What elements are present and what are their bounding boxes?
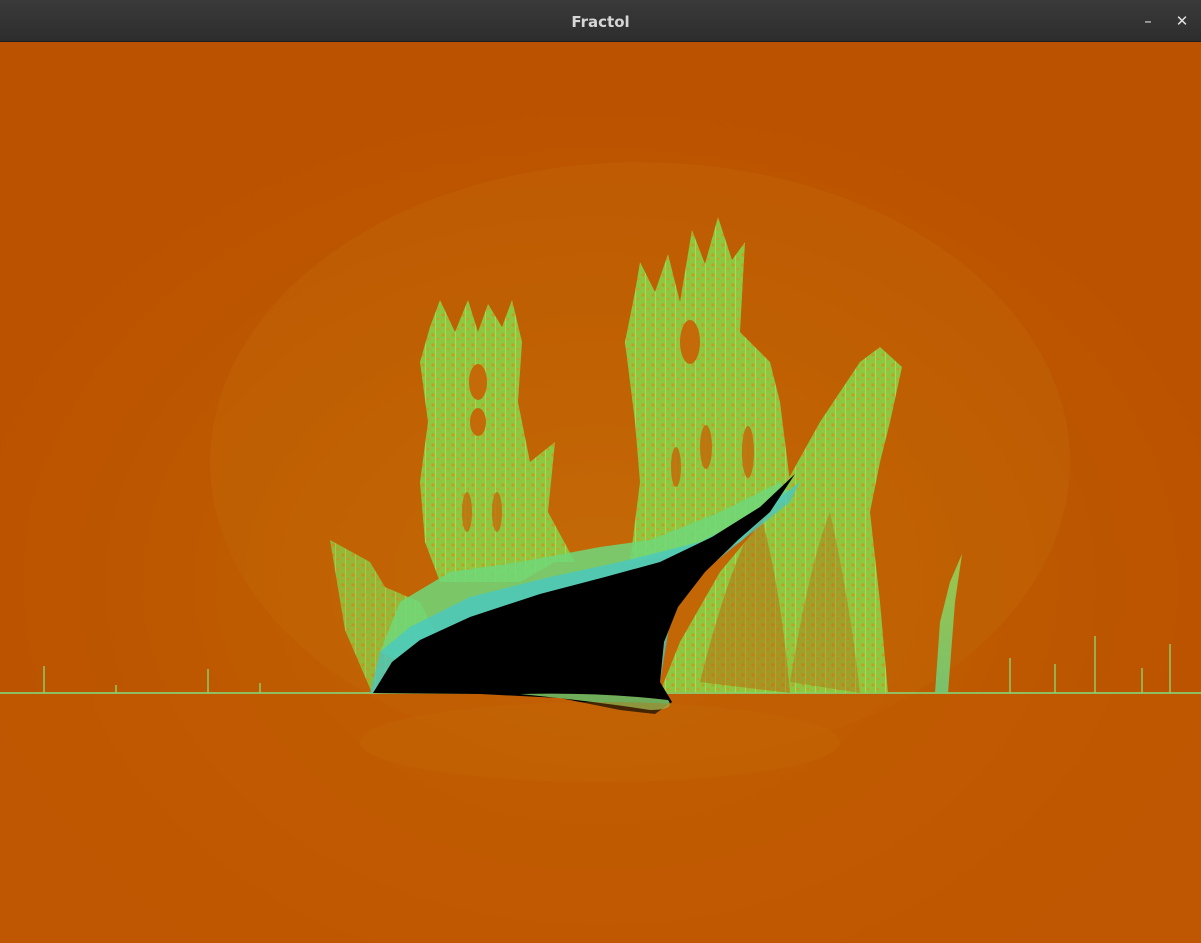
fractal-render xyxy=(0,42,1201,943)
window-title: Fractol xyxy=(571,13,630,31)
app-window: Fractol – ✕ xyxy=(0,0,1201,943)
title-bar[interactable]: Fractol – ✕ xyxy=(0,0,1201,42)
close-button[interactable]: ✕ xyxy=(1170,9,1194,33)
fractal-canvas[interactable] xyxy=(0,42,1201,943)
minimize-button[interactable]: – xyxy=(1136,9,1160,33)
